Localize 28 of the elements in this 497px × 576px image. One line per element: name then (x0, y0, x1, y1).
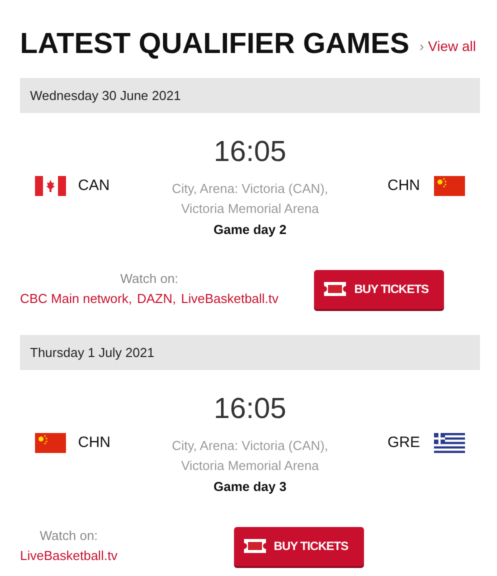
buy-tickets-button[interactable]: BUY TICKETS (314, 270, 444, 308)
game-time: 16:05 (214, 135, 286, 169)
ticket-icon (322, 281, 348, 297)
game-date: Wednesday 30 June 2021 (30, 86, 181, 105)
team-code: GRE (387, 433, 420, 453)
broadcaster-link[interactable]: LiveBasketball.tv (180, 289, 279, 309)
ticket-icon (242, 538, 268, 554)
venue-text: City, Arena: Victoria (CAN), Victoria Memorial Arena (170, 180, 330, 218)
game-day: Game day 2 (214, 219, 286, 241)
watch-label: Watch on: (40, 527, 98, 545)
buy-tickets-button[interactable]: BUY TICKETS (234, 526, 364, 566)
flag-icon (434, 176, 465, 196)
section-title: LATEST QUALIFIER GAMES (20, 27, 410, 62)
view-all-link[interactable]: › View all (419, 36, 476, 57)
team-code: CHN (78, 433, 110, 453)
team-code: CHN (388, 176, 420, 196)
team-code: CAN (78, 176, 110, 196)
flag-icon (35, 176, 66, 196)
broadcaster-link[interactable]: DAZN, (136, 289, 176, 309)
flag-icon (434, 433, 465, 454)
broadcaster-link[interactable]: CBC Main network, (20, 289, 132, 309)
broadcaster-link[interactable]: LiveBasketball.tv (20, 546, 118, 566)
game-date: Thursday 1 July 2021 (30, 344, 154, 362)
flag-icon (35, 433, 66, 454)
venue-text: City, Arena: Victoria (CAN), Victoria Memorial Arena (170, 437, 330, 475)
watch-label: Watch on: (120, 270, 178, 288)
game-time: 16:05 (214, 392, 286, 426)
game-day: Game day 3 (214, 476, 286, 498)
